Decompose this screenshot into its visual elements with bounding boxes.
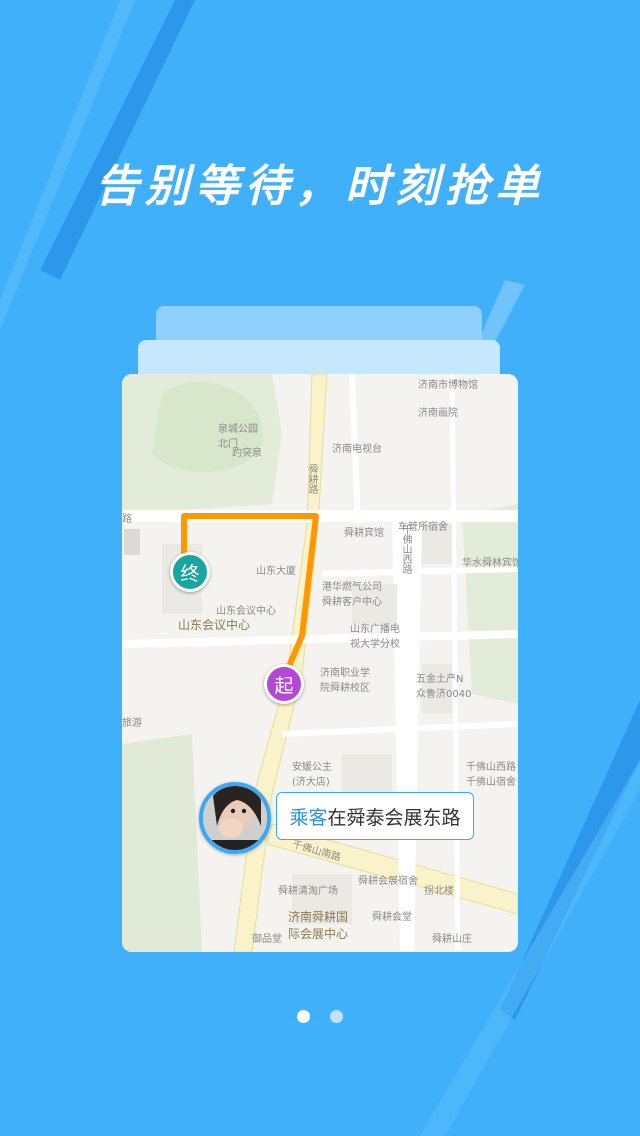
map-label: 济南职业学 院舜耕校区	[320, 668, 370, 694]
map-label: 山东会议中心	[178, 618, 251, 632]
map-label: 五金土产N 众鲁济0040	[416, 674, 472, 700]
map-label: 山东会议中心	[216, 606, 276, 617]
map-label: 路	[122, 514, 132, 525]
map-label: 千佛山西路 千佛山宿舍	[466, 762, 516, 788]
passenger-location-bubble[interactable]: 乘客 在舜泰会展东路	[276, 792, 474, 840]
map-label: 港华燃气公司 舜耕客户中心	[322, 582, 382, 608]
map-label: 旅游	[122, 718, 142, 729]
map-label: 华水舜林宾馆	[462, 558, 518, 569]
map-label: 济南电视台	[332, 444, 382, 455]
map-label: 舜耕宾馆	[344, 528, 384, 539]
map-label: 舜耕会展宿舍	[358, 876, 418, 887]
map-label: 济南画院	[418, 408, 458, 419]
map-label: 舜耕清淘广场	[278, 886, 338, 897]
start-marker[interactable]: 起	[264, 664, 304, 704]
map-label: 舜耕会堂	[372, 912, 412, 923]
road-label: 舜耕路	[306, 464, 317, 494]
end-marker[interactable]: 终	[170, 552, 210, 592]
page-dot-1[interactable]	[297, 1010, 310, 1023]
map-label: 济南市博物馆	[418, 380, 478, 391]
headline: 告别等待，时刻抢单	[95, 161, 545, 212]
map-card: 济南市博物馆 济南画院 济南电视台 泉城公园 北门 趵突泉 路 舜耕宾馆 车管所…	[122, 374, 518, 952]
map-view[interactable]	[122, 374, 518, 952]
passenger-role: 乘客	[289, 806, 328, 829]
passenger-location: 在舜泰会展东路	[327, 806, 461, 829]
page-dot-2[interactable]	[330, 1010, 343, 1023]
avatar-image	[203, 786, 267, 850]
map-label: 山东广播电 视大学分校	[350, 624, 400, 650]
map-label: 山东大厦	[256, 566, 296, 577]
map-label: 安媛公主 (济大店)	[292, 762, 332, 788]
map-label: 趵突泉	[232, 448, 262, 459]
page-indicator	[0, 1010, 640, 1023]
map-label: 御品堂	[252, 934, 282, 945]
passenger-avatar[interactable]	[199, 782, 271, 854]
road-label: 千佛山西路	[400, 524, 411, 574]
map-label: 济南舜耕国 际会展中心	[288, 910, 349, 941]
map-label: 拐北楼	[424, 886, 454, 897]
map-label: 舜耕山庄	[432, 934, 472, 945]
